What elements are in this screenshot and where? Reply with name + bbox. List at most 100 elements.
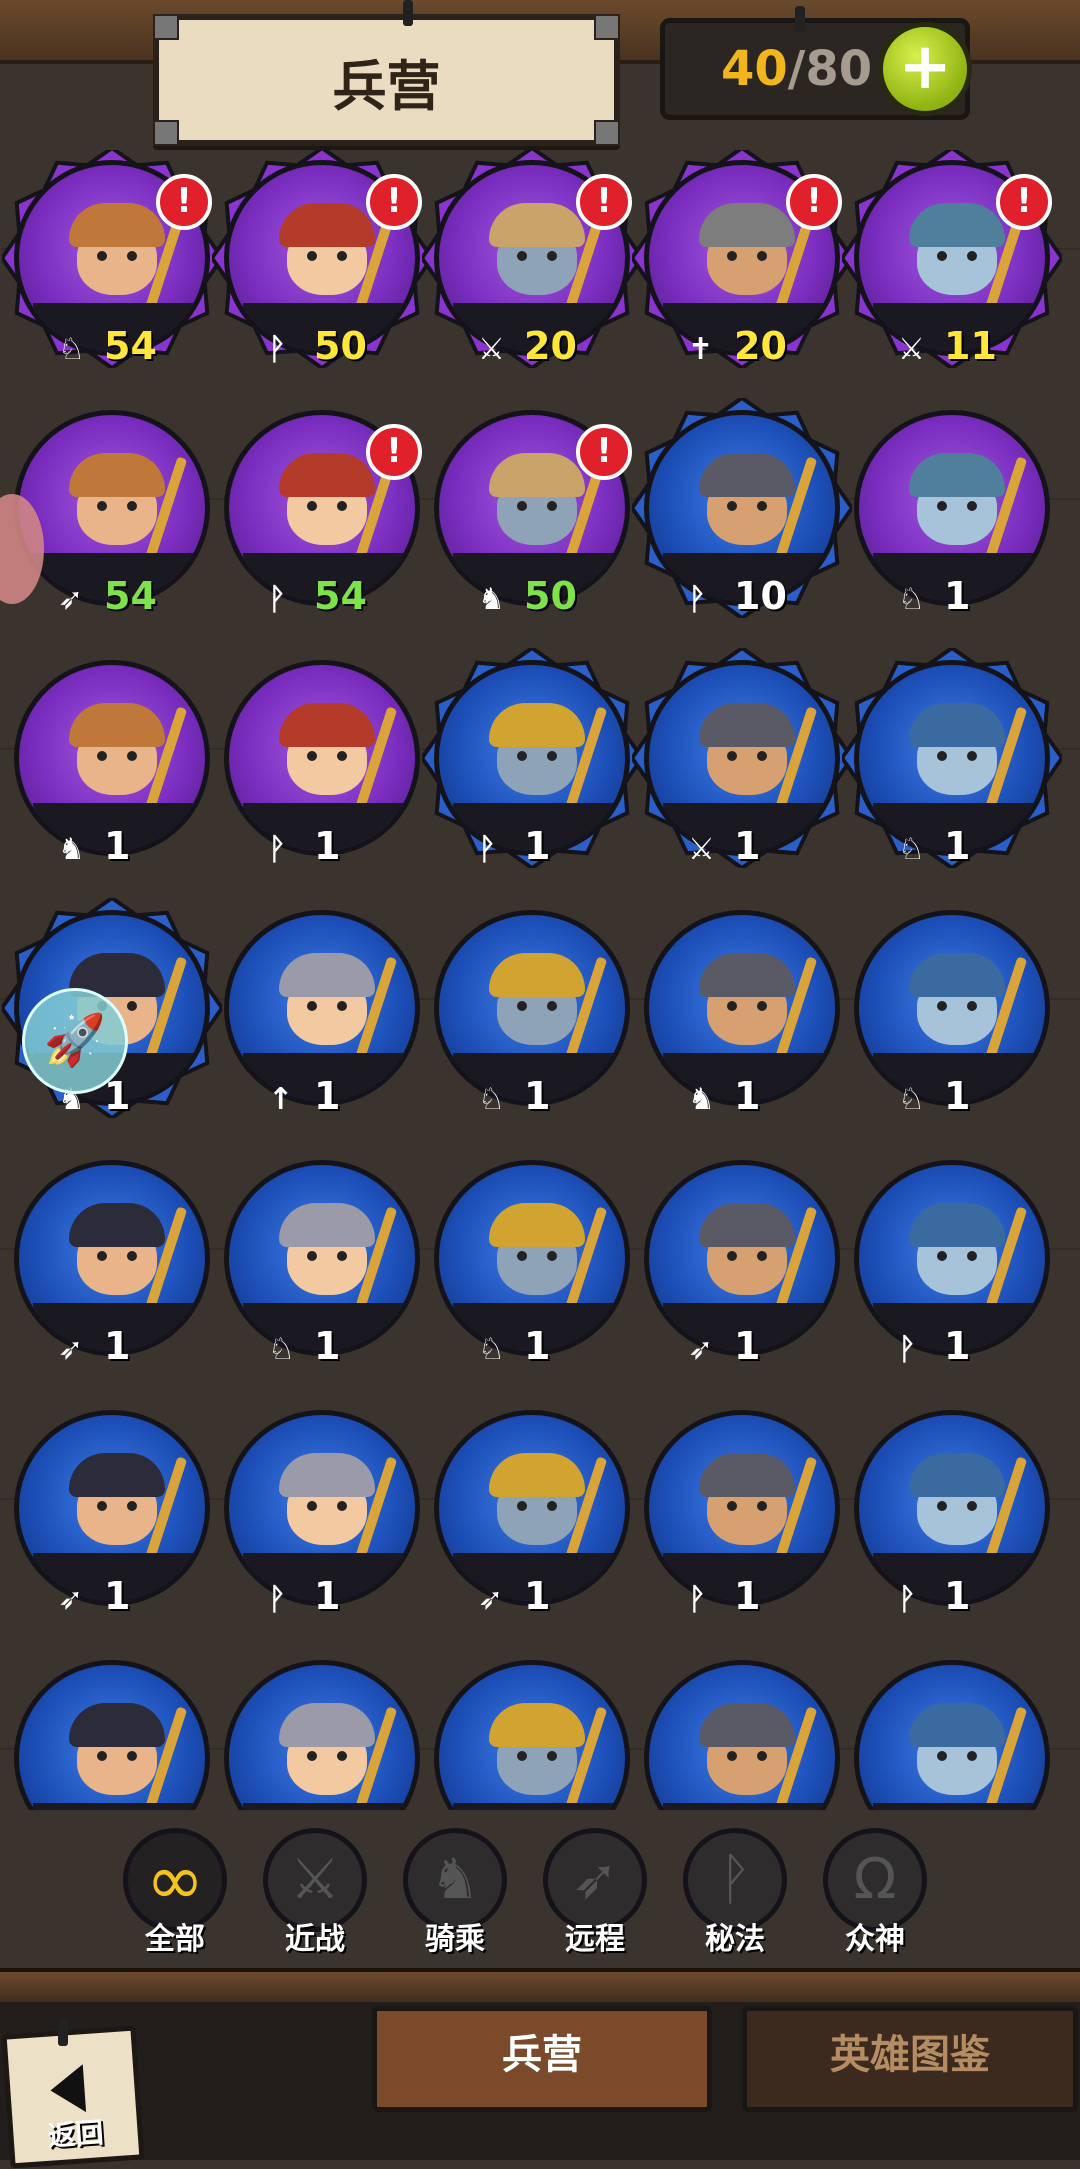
rocket-button[interactable]: 🚀 [22,988,128,1094]
unit-card[interactable]: ♞ 1 [644,910,840,1120]
unit-card[interactable]: ᚹ1 [854,1160,1050,1370]
unit-helmet [699,703,795,747]
unit-eye [127,1501,137,1511]
tab-hero-codex[interactable]: 英雄图鉴 [742,2006,1078,2112]
unit-level: 54 [314,574,367,618]
arcane-icon: ᚹ [688,582,706,617]
horse-icon: ♞ [688,1082,715,1117]
unit-card[interactable] [854,1660,1050,1810]
unit-helmet [489,1203,585,1247]
mount-icon: ♘ [898,832,925,867]
unit-eye [547,1751,557,1761]
unit-level-base [453,1803,621,1810]
unit-helmet [279,203,375,247]
unit-card[interactable]: ➶ 1 [14,1410,210,1620]
arcane-icon: ᚹ [898,1582,916,1617]
unit-helmet [909,453,1005,497]
unit-eye [967,501,977,511]
unit-eye [307,251,317,261]
arcane-icon: ᚹ [268,1582,286,1617]
unit-card[interactable]: ♘ 1 [842,648,1062,870]
unit-level: 10 [734,574,787,618]
unit-card[interactable]: ♞ 1 [14,660,210,870]
unit-card[interactable]: ᚹ1 [224,1410,420,1620]
unit-eye [337,1001,347,1011]
unit-level: 54 [104,574,157,618]
back-arrow-icon [48,2064,87,2115]
tab-barracks[interactable]: 兵营 [372,2006,712,2112]
unit-card[interactable]: ᚹ 10 [632,398,852,620]
plus-icon: + [898,30,952,104]
mount-icon: ♘ [478,1082,505,1117]
horse-icon: ♞ [478,582,505,617]
unit-eye [937,501,947,511]
unit-card[interactable]: ⚔ 1 [632,648,852,870]
filter-arcane[interactable]: ᚹ 秘法 [680,1828,790,1958]
filter-horse[interactable]: ♞ 骑乘 [400,1828,510,1958]
unit-card[interactable] [644,1660,840,1810]
unit-card[interactable]: ♘ 1 [434,910,630,1120]
unit-card[interactable]: ➶ 1 [434,1410,630,1620]
unit-helmet [69,1703,165,1747]
unit-card[interactable]: ᚹ1 [224,660,420,870]
unit-level: 1 [944,1324,971,1368]
unit-card[interactable] [14,1660,210,1810]
back-button[interactable]: 返回 [1,2025,145,2169]
unit-level: 1 [314,1574,341,1618]
unit-level: 1 [104,1574,131,1618]
capacity-current: 40 [721,41,788,97]
unit-card[interactable]: ↑ 1 [224,910,420,1120]
unit-card[interactable]: ➶ 1 [14,1160,210,1370]
unit-grid: ♘ 54! ᚹ 50! ⚔ 20! ✝ 20! ⚔ 11! ➶ 54 ᚹ 54! ♞ 50! ᚹ 10 ♘ 1 ♞ 1 ᚹ 1… [0,150,1080,1810]
unit-card[interactable] [434,1660,630,1810]
unit-eye [307,751,317,761]
unit-card[interactable]: ᚹ 54! [224,410,422,620]
unit-eye [337,501,347,511]
filter-bow[interactable]: ➶ 远程 [540,1828,650,1958]
add-capacity-button[interactable]: + [878,22,972,116]
unit-eye [547,251,557,261]
arcane-icon: ᚹ [478,832,496,867]
unit-card[interactable]: ᚹ 50! [212,150,432,370]
unit-eye [517,751,527,761]
unit-card[interactable]: ᚹ1 [422,648,642,870]
alert-icon: ! [576,174,632,230]
unit-card[interactable]: ᚹ1 [644,1410,840,1620]
unit-card[interactable]: ➶ 54 [14,410,210,620]
unit-card[interactable]: ♘ 1 [224,1160,420,1370]
unit-helmet [699,453,795,497]
pantheon-icon: ✝ [688,332,714,367]
filter-label: 近战 [285,1922,345,1957]
unit-helmet [279,1453,375,1497]
unit-card[interactable]: ♘ 54! [2,150,222,370]
filter-label: 秘法 [705,1922,765,1957]
filter-omega[interactable]: Ω 众神 [820,1828,930,1958]
unit-card[interactable]: ⚔ 20! [422,150,642,370]
title-plate: 兵营 [153,14,620,146]
unit-level-base [873,1803,1041,1810]
alert-icon: ! [996,174,1052,230]
filter-sword[interactable]: ⚔ 近战 [260,1828,370,1958]
unit-card[interactable]: ✝ 20! [632,150,852,370]
unit-eye [127,751,137,761]
unit-card[interactable]: ♘ 1 [434,1160,630,1370]
alert-icon: ! [366,424,422,480]
unit-eye [127,1251,137,1261]
unit-eye [967,1251,977,1261]
unit-helmet [69,1453,165,1497]
filter-infinity[interactable]: ∞ 全部 [120,1828,230,1958]
unit-card[interactable]: ♘ 1 [854,410,1050,620]
unit-level: 1 [524,1324,551,1368]
unit-card[interactable]: ➶ 1 [644,1160,840,1370]
unit-eye [517,1751,527,1761]
unit-card[interactable]: ♞ 50! [434,410,632,620]
unit-card[interactable] [224,1660,420,1810]
unit-card[interactable]: ♘ 1 [854,910,1050,1120]
unit-card[interactable]: ⚔ 11! [842,150,1062,370]
filter-label: 骑乘 [425,1922,485,1957]
unit-helmet [699,1453,795,1497]
page-title: 兵营 [332,55,441,118]
unit-level: 1 [524,1574,551,1618]
unit-card[interactable]: ᚹ1 [854,1410,1050,1620]
sword-icon: ⚔ [688,832,715,867]
